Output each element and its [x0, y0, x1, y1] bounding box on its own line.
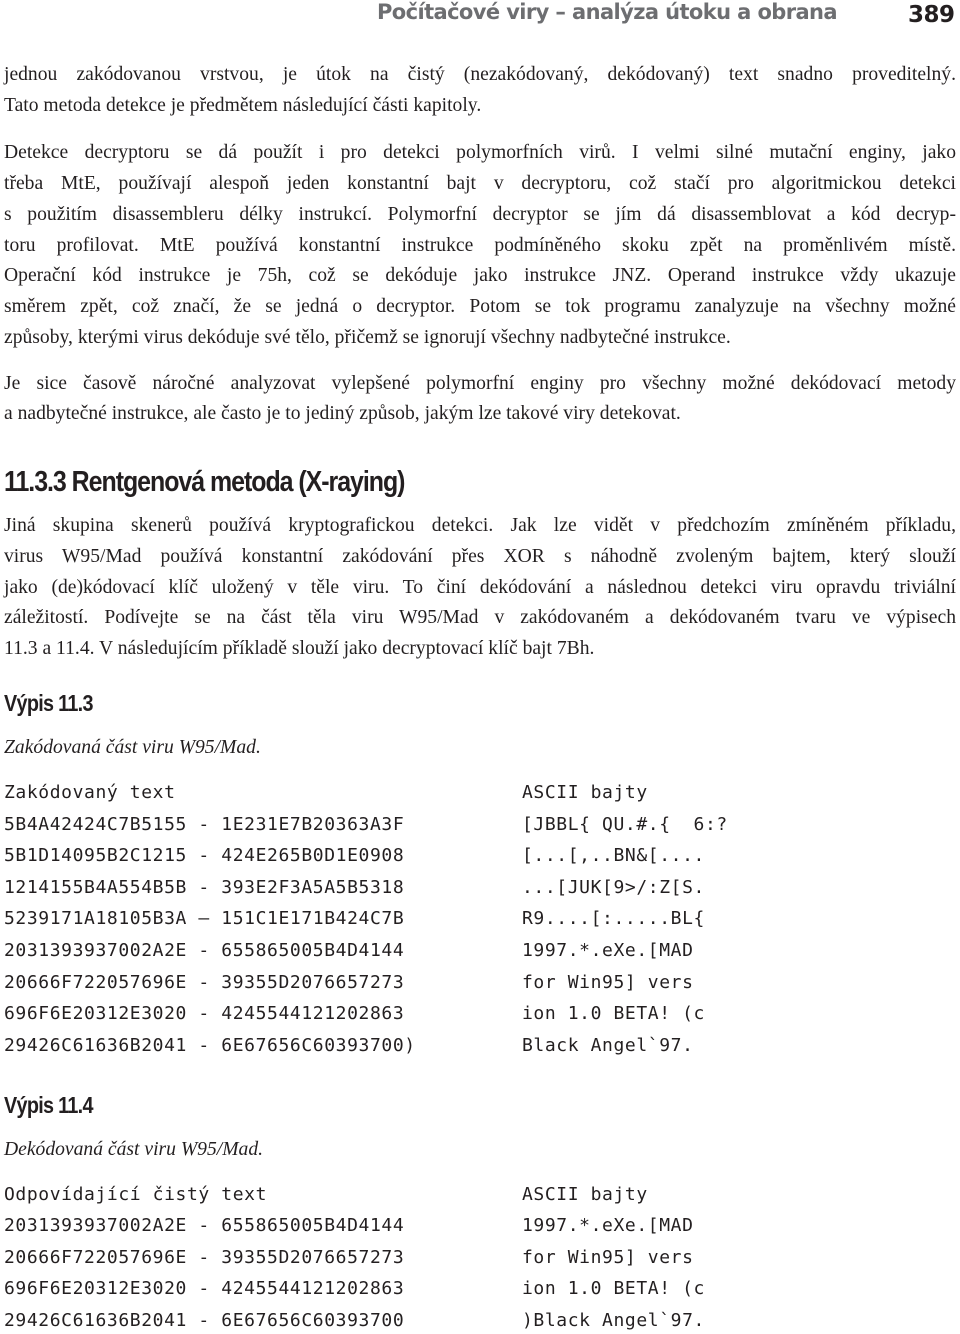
hex-row: 2031393937002A2E - 655865005B4D4144: [4, 1215, 405, 1236]
running-title: Počítačové viry – analýza útoku a obrana: [377, 0, 838, 24]
text-line: 11.3 a 11.4. V následujícím příkladě slo…: [4, 638, 595, 659]
text-line: Tato metoda detekce je předmětem následu…: [4, 95, 482, 116]
listing-title: Výpis 11.3: [4, 690, 93, 716]
column-header-ascii: ASCII bajty: [522, 782, 648, 803]
text-line: Operační kód instrukce je 75h, což se de…: [4, 265, 956, 286]
hex-row: 29426C61636B2041 - 6E67656C60393700): [4, 1035, 416, 1056]
ascii-row: for Win95] vers: [522, 1247, 694, 1268]
text-line: třeba MtE, používají alespoň jeden konst…: [4, 173, 956, 194]
ascii-row: 1997.*.eXe.[MAD: [522, 940, 694, 961]
page-number: 389: [908, 2, 955, 28]
hex-row: 5239171A18105B3A – 151C1E171B424C7B: [4, 908, 405, 929]
text-line: jako (de)kódovací klíč uložený v těle vi…: [4, 577, 956, 598]
column-header-ascii: ASCII bajty: [522, 1184, 648, 1205]
hex-row: 5B4A42424C7B5155 - 1E231E7B20363A3F: [4, 814, 405, 835]
ascii-row: Black Angel`97.: [522, 1035, 694, 1056]
ascii-row: R9....[:.....BL{: [522, 908, 705, 929]
text-line: s použitím disassembleru délky instrukcí…: [4, 204, 956, 225]
text-line: Je sice časově náročné analyzovat vylepš…: [4, 373, 956, 394]
hex-row: 1214155B4A554B5B - 393E2F3A5A5B5318: [4, 877, 405, 898]
ascii-row: 1997.*.eXe.[MAD: [522, 1215, 694, 1236]
text-line: záležitostí. Podívejte se na část těla v…: [4, 607, 956, 628]
column-header-hex: Zakódovaný text: [4, 782, 176, 803]
listing-caption: Dekódovaná část viru W95/Mad.: [4, 1139, 264, 1160]
hex-row: 2031393937002A2E - 655865005B4D4144: [4, 940, 405, 961]
text-line: směrem zpět, což značí, že se jedná o de…: [4, 296, 956, 317]
ascii-row: )Black Angel`97.: [522, 1310, 705, 1331]
text-line: toru profilovat. MtE používá konstantní …: [4, 235, 956, 256]
running-header: Počítačové viry – analýza útoku a obrana…: [0, 0, 960, 28]
text-line: Jiná skupina skenerů používá kryptografi…: [4, 515, 956, 536]
hex-row: 696F6E20312E3020 - 4245544121202863: [4, 1003, 405, 1024]
ascii-row: ion 1.0 BETA! (c: [522, 1278, 705, 1299]
listing-caption: Zakódovaná část viru W95/Mad.: [4, 737, 261, 758]
section-heading: 11.3.3 Rentgenová metoda (X-raying): [4, 466, 405, 498]
text-line: jednou zakódovanou vrstvou, je útok na č…: [4, 64, 956, 85]
text-line: Detekce decryptoru se dá použít i pro de…: [4, 142, 956, 163]
listing-title: Výpis 11.4: [4, 1092, 93, 1118]
ascii-row: for Win95] vers: [522, 972, 694, 993]
ascii-row: ...[JUK[9>/:Z[S.: [522, 877, 705, 898]
ascii-row: [JBBL{ QU.#.{ 6:?: [522, 814, 728, 835]
ascii-row: [...[,..BN&[....: [522, 845, 705, 866]
hex-row: 696F6E20312E3020 - 4245544121202863: [4, 1278, 405, 1299]
hex-row: 20666F722057696E - 39355D2076657273: [4, 1247, 405, 1268]
text-line: virus W95/Mad používá konstantní zakódov…: [4, 546, 956, 567]
column-header-hex: Odpovídající čistý text: [4, 1184, 268, 1205]
hex-row: 20666F722057696E - 39355D2076657273: [4, 972, 405, 993]
ascii-row: ion 1.0 BETA! (c: [522, 1003, 705, 1024]
text-line: a nadbytečné instrukce, ale často je to …: [4, 403, 681, 424]
hex-row: 5B1D14095B2C1215 - 424E265B0D1E0908: [4, 845, 405, 866]
text-line: způsoby, kterými virus dekóduje své tělo…: [4, 327, 731, 348]
hex-row: 29426C61636B2041 - 6E67656C60393700: [4, 1310, 405, 1331]
